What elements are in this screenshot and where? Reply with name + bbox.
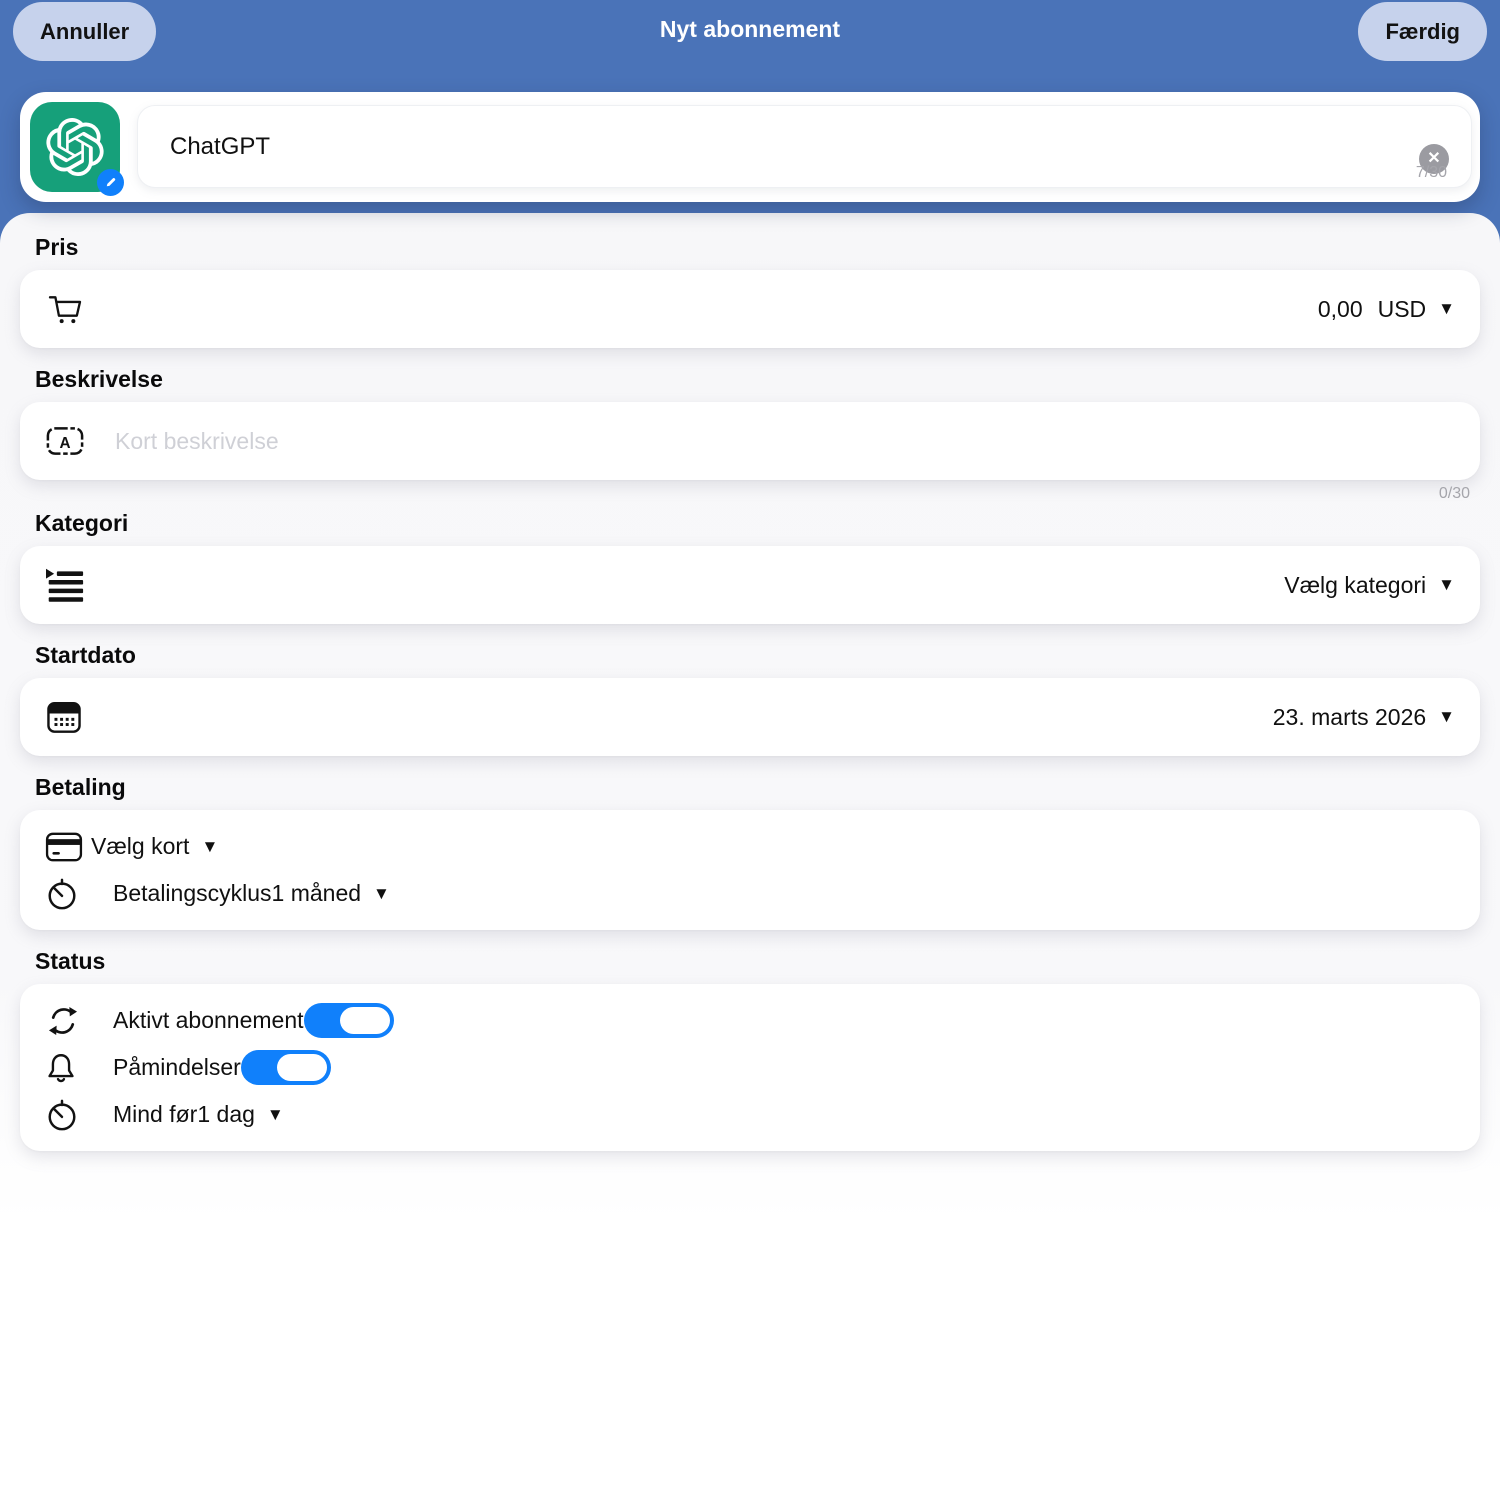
description-row[interactable]: A Kort beskrivelse xyxy=(20,402,1480,480)
svg-text:A: A xyxy=(59,435,70,452)
billing-cycle-row[interactable]: Betalingscyklus 1 måned ▼ xyxy=(45,870,1460,917)
recurring-arrows-icon xyxy=(45,1004,91,1038)
remind-before-value[interactable]: 1 dag xyxy=(197,1101,255,1128)
timer-icon xyxy=(45,1098,91,1132)
identity-card: ✕ 7/30 xyxy=(20,92,1480,202)
payment-card-row[interactable]: Vælg kort ▼ xyxy=(45,823,1460,870)
timer-icon xyxy=(45,877,91,911)
description-char-counter: 0/30 xyxy=(0,484,1470,504)
pencil-icon xyxy=(103,175,118,190)
reminders-label: Påmindelser xyxy=(113,1054,241,1081)
kategori-section-label: Kategori xyxy=(35,508,1465,538)
text-badge-icon: A xyxy=(45,423,91,459)
category-caret-icon: ▼ xyxy=(1438,575,1455,595)
pris-section-label: Pris xyxy=(35,232,1465,262)
startdato-section-label: Startdato xyxy=(35,640,1465,670)
currency-caret-icon: ▼ xyxy=(1438,299,1455,319)
billing-cycle-caret-icon: ▼ xyxy=(373,884,390,904)
startdate-caret-icon: ▼ xyxy=(1438,707,1455,727)
edit-icon-badge[interactable] xyxy=(97,169,124,196)
toggle-knob xyxy=(277,1054,327,1081)
betaling-section-label: Betaling xyxy=(35,772,1465,802)
category-row[interactable]: Vælg kategori ▼ xyxy=(20,546,1480,624)
startdate-row[interactable]: 23. marts 2026 ▼ xyxy=(20,678,1480,756)
remind-before-caret-icon: ▼ xyxy=(267,1105,284,1125)
subscription-name-input[interactable] xyxy=(168,106,1361,187)
description-placeholder: Kort beskrivelse xyxy=(115,428,279,455)
name-char-counter: 7/30 xyxy=(1416,164,1447,182)
page-title: Nyt abonnement xyxy=(0,16,1500,43)
bell-icon xyxy=(45,1051,91,1085)
price-amount[interactable]: 0,00 xyxy=(1318,296,1363,323)
beskrivelse-section-label: Beskrivelse xyxy=(35,364,1465,394)
cart-icon xyxy=(45,289,91,329)
category-list-icon xyxy=(45,566,91,604)
new-subscription-screen: Annuller Nyt abonnement Færdig ✕ 7/30 Pr… xyxy=(0,0,1500,1500)
active-subscription-toggle[interactable] xyxy=(304,1003,394,1038)
credit-card-icon xyxy=(45,831,91,863)
form-sheet: Pris 0,00 USD ▼ Beskrivelse A xyxy=(0,213,1500,1500)
name-field: ✕ 7/30 xyxy=(137,105,1472,188)
payment-card: Vælg kort ▼ Betalingscyklus 1 måned ▼ xyxy=(20,810,1480,930)
active-subscription-row: Aktivt abonnement xyxy=(45,997,1460,1044)
toggle-knob xyxy=(340,1007,390,1034)
status-section-label: Status xyxy=(35,946,1465,976)
remind-before-row[interactable]: Mind før 1 dag ▼ xyxy=(45,1091,1460,1138)
category-value[interactable]: Vælg kategori xyxy=(1284,572,1426,599)
currency-value[interactable]: USD xyxy=(1378,296,1427,323)
payment-card-value[interactable]: Vælg kort xyxy=(91,833,189,860)
navbar: Annuller Nyt abonnement Færdig xyxy=(0,0,1500,88)
openai-logo-icon xyxy=(46,118,104,176)
remind-before-label: Mind før xyxy=(113,1101,197,1128)
price-row[interactable]: 0,00 USD ▼ xyxy=(20,270,1480,348)
status-card: Aktivt abonnement Påmindelser xyxy=(20,984,1480,1151)
calendar-icon xyxy=(45,698,91,736)
payment-card-caret-icon: ▼ xyxy=(201,837,218,857)
billing-cycle-value[interactable]: 1 måned xyxy=(272,880,362,907)
reminders-row: Påmindelser xyxy=(45,1044,1460,1091)
chatgpt-app-icon[interactable] xyxy=(30,102,120,192)
startdate-value[interactable]: 23. marts 2026 xyxy=(1273,704,1426,731)
billing-cycle-label: Betalingscyklus xyxy=(113,880,272,907)
active-subscription-label: Aktivt abonnement xyxy=(113,1007,304,1034)
reminders-toggle[interactable] xyxy=(241,1050,331,1085)
